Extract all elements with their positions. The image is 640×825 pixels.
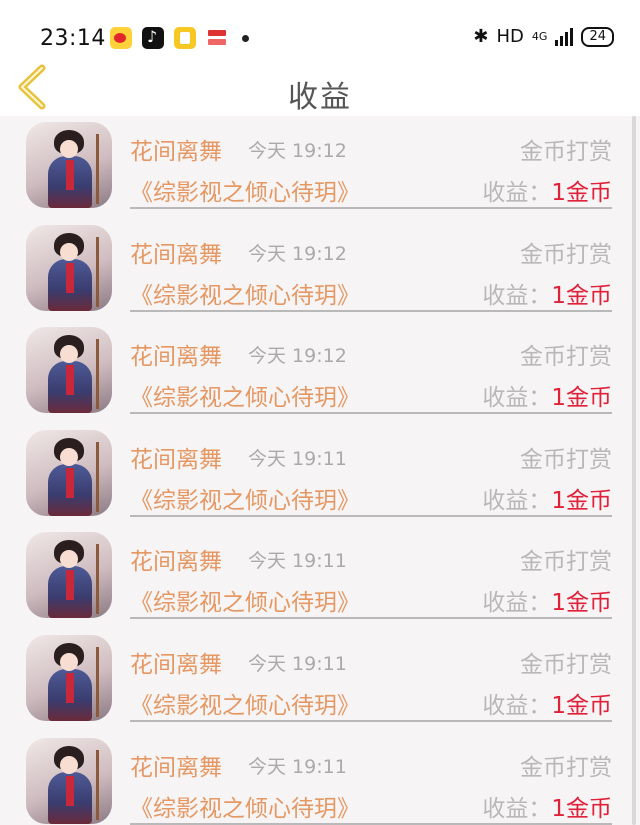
income-amount: 收益：1金币 [482, 583, 612, 617]
record-time: 今天 19:12 [248, 345, 347, 368]
income-amount: 收益：1金币 [482, 481, 612, 515]
income-label: 收益： [482, 795, 552, 822]
income-value: 1金币 [551, 487, 612, 514]
book-title[interactable]: 《综影视之倾心待玥》 [130, 481, 360, 515]
user-avatar[interactable] [26, 327, 112, 414]
income-value: 1金币 [551, 180, 612, 206]
user-name[interactable]: 花间离舞 [130, 748, 222, 782]
status-bar: 23:14 ✱ HD 4G 24 [0, 0, 640, 58]
income-label: 收益： [482, 385, 552, 412]
sogou-icon [206, 27, 228, 49]
user-name[interactable]: 花间离舞 [130, 235, 222, 269]
tiktok-icon [142, 27, 164, 49]
income-amount: 收益：1金币 [482, 789, 612, 823]
record-time: 今天 19:12 [248, 140, 347, 162]
row-divider [130, 720, 612, 722]
row-divider [130, 412, 612, 415]
income-record[interactable]: 花间离舞 今天 19:11 金币打赏 《综影视之倾心待玥》 收益：1金币 [0, 631, 640, 733]
income-value: 1金币 [551, 282, 612, 309]
book-title[interactable]: 《综影视之倾心待玥》 [130, 276, 360, 310]
user-name[interactable]: 花间离舞 [130, 132, 222, 166]
book-title[interactable]: 《综影视之倾心待玥》 [130, 583, 360, 617]
record-time: 今天 19:11 [248, 447, 347, 470]
row-divider [130, 617, 612, 620]
book-title[interactable]: 《综影视之倾心待玥》 [130, 789, 360, 823]
income-record[interactable]: 花间离舞 今天 19:11 金币打赏 《综影视之倾心待玥》 收益：1金币 [0, 734, 640, 825]
income-label: 收益： [482, 282, 552, 309]
record-type: 金币打赏 [520, 652, 612, 678]
row-divider [130, 822, 612, 825]
record-time: 今天 19:12 [248, 242, 347, 265]
status-time: 23:14 [40, 26, 106, 51]
income-label: 收益： [482, 693, 552, 719]
notification-icons [110, 27, 249, 49]
book-title[interactable]: 《综影视之倾心待玥》 [130, 173, 360, 207]
network-label: HD [496, 26, 524, 47]
book-title[interactable]: 《综影视之倾心待玥》 [130, 378, 360, 412]
income-amount: 收益：1金币 [482, 173, 612, 207]
record-time: 今天 19:11 [248, 653, 347, 675]
income-record[interactable]: 花间离舞 今天 19:12 金币打赏 《综影视之倾心待玥》 收益：1金币 [0, 118, 640, 220]
row-divider [130, 514, 612, 517]
record-type: 金币打赏 [520, 139, 612, 165]
row-divider [130, 309, 612, 312]
user-avatar[interactable] [26, 122, 112, 208]
income-value: 1金币 [551, 590, 612, 617]
user-name[interactable]: 花间离舞 [130, 645, 222, 679]
income-value: 1金币 [551, 385, 612, 412]
record-type: 金币打赏 [520, 446, 612, 473]
weibo-icon [110, 27, 132, 49]
user-name[interactable]: 花间离舞 [130, 337, 222, 371]
record-time: 今天 19:11 [248, 755, 347, 778]
income-label: 收益： [482, 180, 552, 206]
user-avatar[interactable] [26, 635, 112, 721]
page-title: 收益 [288, 80, 352, 115]
row-divider [130, 207, 612, 209]
status-indicators: ✱ HD 4G 24 [473, 26, 614, 47]
user-avatar[interactable] [26, 429, 112, 516]
record-type: 金币打赏 [520, 344, 612, 371]
signal-icon [555, 27, 574, 46]
user-avatar[interactable] [26, 224, 112, 311]
record-type: 金币打赏 [520, 754, 612, 781]
user-avatar[interactable] [26, 532, 112, 619]
income-amount: 收益：1金币 [482, 378, 612, 412]
user-name[interactable]: 花间离舞 [130, 440, 222, 474]
income-amount: 收益：1金币 [482, 686, 612, 720]
income-record[interactable]: 花间离舞 今天 19:11 金币打赏 《综影视之倾心待玥》 收益：1金币 [0, 426, 640, 528]
income-record[interactable]: 花间离舞 今天 19:12 金币打赏 《综影视之倾心待玥》 收益：1金币 [0, 323, 640, 425]
more-notifications-icon [242, 34, 249, 42]
record-time: 今天 19:11 [248, 550, 347, 573]
record-type: 金币打赏 [520, 549, 612, 576]
user-avatar[interactable] [26, 737, 112, 824]
record-type: 金币打赏 [520, 241, 612, 268]
income-label: 收益： [482, 487, 552, 514]
reader-app-icon [174, 27, 196, 49]
income-record[interactable]: 花间离舞 今天 19:11 金币打赏 《综影视之倾心待玥》 收益：1金币 [0, 528, 640, 630]
income-label: 收益： [482, 590, 552, 617]
network-type: 4G [531, 30, 548, 43]
user-name[interactable]: 花间离舞 [130, 542, 222, 576]
battery-indicator: 24 [581, 26, 614, 47]
book-title[interactable]: 《综影视之倾心待玥》 [130, 686, 360, 720]
income-value: 1金币 [551, 693, 612, 719]
income-value: 1金币 [551, 795, 612, 822]
bluetooth-icon: ✱ [473, 26, 489, 47]
income-amount: 收益：1金币 [482, 276, 612, 310]
income-record[interactable]: 花间离舞 今天 19:12 金币打赏 《综影视之倾心待玥》 收益：1金币 [0, 221, 640, 323]
